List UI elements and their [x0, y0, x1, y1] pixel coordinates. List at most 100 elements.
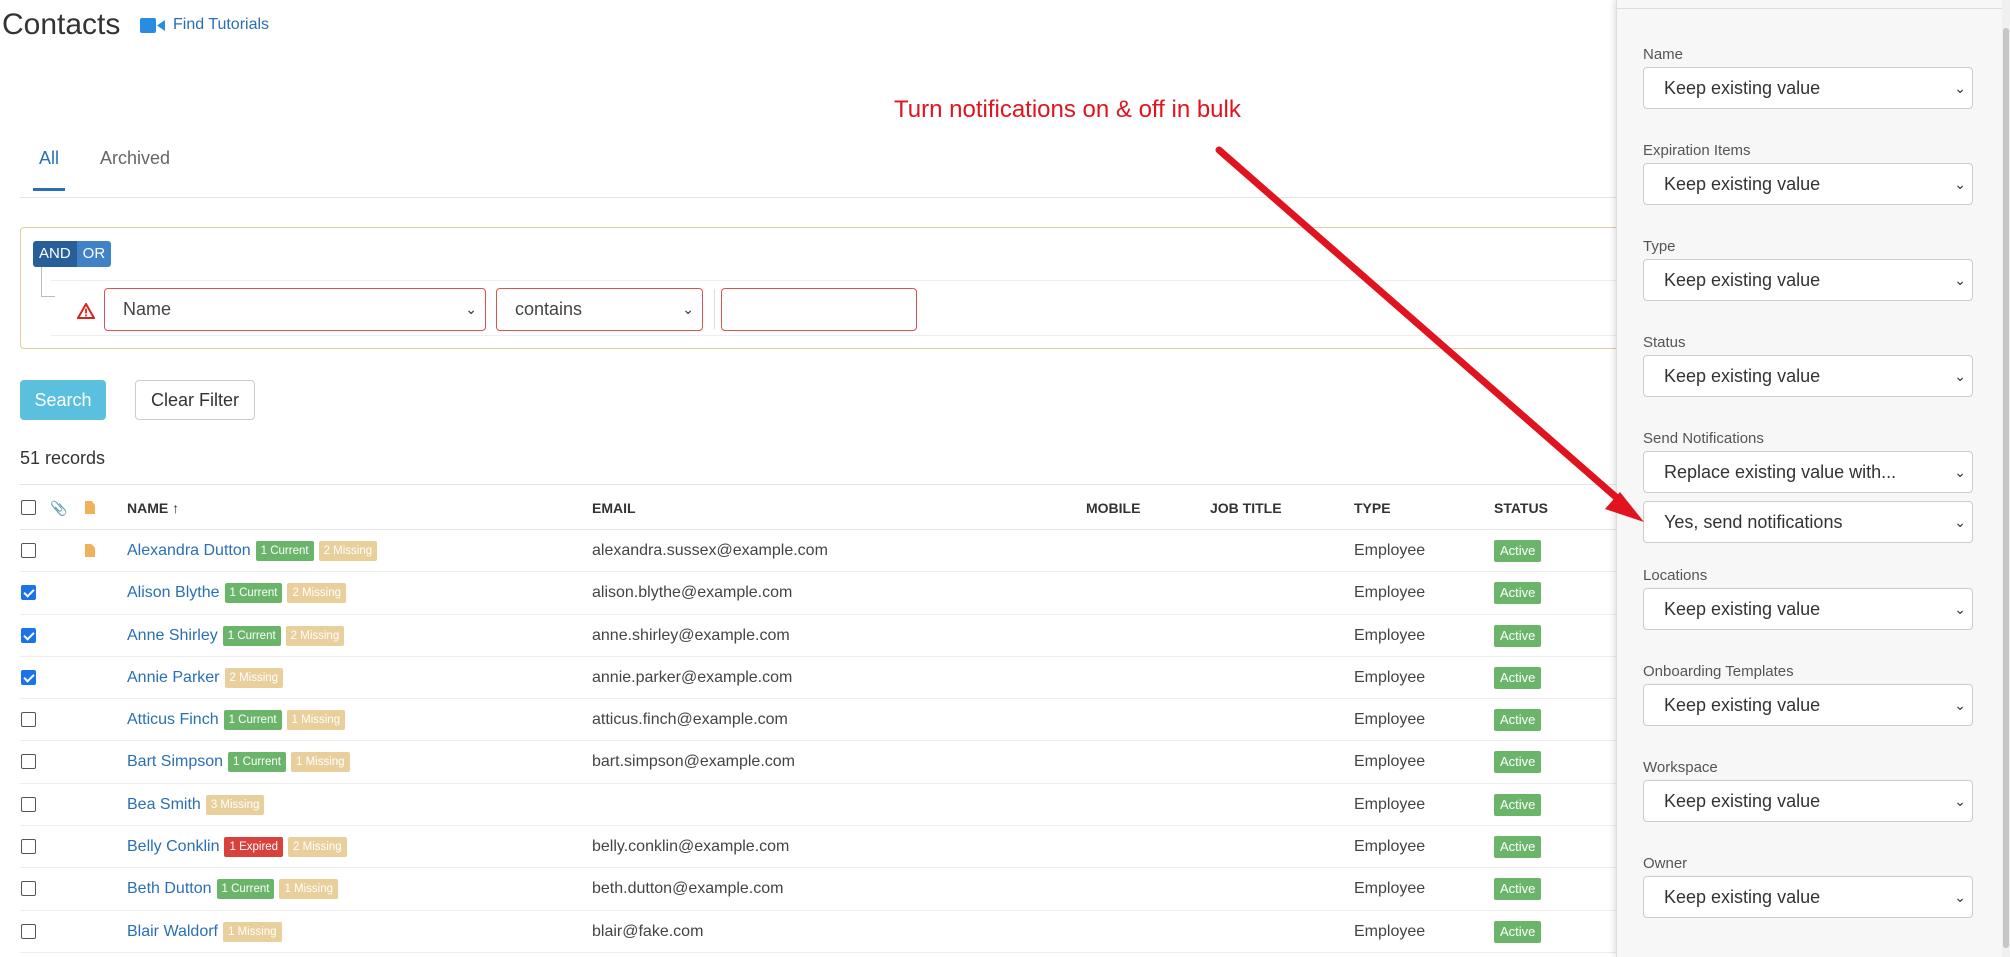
workspace-select[interactable]: Keep existing value ⌄ [1643, 780, 1973, 822]
name-cell: Alison Blythe 1 Current 2 Missing [127, 572, 347, 614]
current-badge: 1 Current [228, 752, 286, 773]
current-badge: 1 Current [222, 625, 281, 646]
row-checkbox[interactable] [21, 881, 36, 897]
status-badge: Active [1494, 624, 1542, 647]
contact-name-link[interactable]: Bart Simpson [127, 741, 223, 783]
chevron-down-icon: ⌄ [1954, 793, 1966, 809]
filter-field-select[interactable]: Name ⌄ [104, 288, 486, 331]
status-badge: Active [1494, 920, 1542, 943]
expiration-items-label: Expiration Items [1643, 142, 1751, 159]
status-badge: Active [1494, 878, 1542, 901]
chevron-down-icon: ⌄ [1954, 272, 1966, 288]
table-row[interactable]: Annie Parker 2 Missing annie.parker@exampl… [20, 657, 1620, 700]
locations-label: Locations [1643, 567, 1708, 584]
type-cell: Employee [1354, 795, 1426, 813]
column-mobile[interactable]: MOBILE [1086, 485, 1140, 531]
contact-name-link[interactable]: Alexandra Dutton [127, 530, 251, 572]
type-cell: Employee [1354, 668, 1426, 686]
contact-name-link[interactable]: Alison Blythe [127, 572, 220, 614]
contact-name-link[interactable]: Atticus Finch [127, 699, 219, 741]
table-row[interactable]: Bea Smith 3 Missing Employee Active [20, 784, 1620, 827]
row-checkbox[interactable] [21, 543, 36, 558]
status-select-value: Keep existing value [1664, 366, 1821, 386]
table-row[interactable]: Alexandra Dutton 1 Current 2 Missing alexan… [20, 530, 1620, 573]
chevron-down-icon: ⌄ [1954, 176, 1966, 192]
contact-name-link[interactable]: Blair Waldorf [127, 911, 218, 953]
table-row[interactable]: Alison Blythe 1 Current 2 Missing alison.bl… [20, 572, 1620, 615]
row-checkbox[interactable] [21, 669, 36, 685]
video-camera-icon [140, 17, 165, 33]
table-row[interactable]: Atticus Finch 1 Current 1 Missing atticus.f… [20, 699, 1620, 742]
divider [714, 289, 715, 329]
send-notifications-value-select[interactable]: Yes, send notifications ⌄ [1643, 501, 1973, 543]
send-notifications-value-select-value: Yes, send notifications [1664, 512, 1843, 532]
row-checkbox[interactable] [21, 923, 36, 939]
current-badge: 1 Current [216, 879, 275, 900]
type-cell: Employee [1354, 922, 1426, 940]
contact-name-link[interactable]: Annie Parker [127, 657, 220, 699]
send-notifications-select[interactable]: Replace existing value with... ⌄ [1643, 451, 1973, 493]
chevron-down-icon: ⌄ [1954, 601, 1966, 617]
contact-name-link[interactable]: Beth Dutton [127, 868, 212, 910]
status-badge: Active [1494, 582, 1542, 605]
missing-badge: 1 Missing [279, 879, 339, 900]
or-button[interactable]: OR [76, 241, 112, 267]
divider [1617, 8, 2010, 9]
file-icon[interactable] [85, 544, 95, 557]
current-badge: 1 Current [223, 710, 282, 731]
row-checkbox[interactable] [21, 585, 36, 601]
status-select[interactable]: Keep existing value ⌄ [1643, 355, 1973, 397]
records-count: 51 records [20, 448, 106, 468]
panel-scrollbar[interactable] [2002, 0, 2010, 957]
filter-field-value: Name [123, 299, 172, 319]
status-badge: Active [1494, 793, 1542, 816]
clear-filter-button[interactable]: Clear Filter [135, 380, 255, 420]
file-icon [85, 501, 95, 514]
search-button[interactable]: Search [20, 380, 106, 420]
filter-value-input[interactable] [721, 288, 917, 331]
table-row[interactable]: Beth Dutton 1 Current 1 Missing beth.dutton… [20, 868, 1620, 911]
select-all-checkbox[interactable] [21, 500, 36, 515]
chevron-down-icon: ⌄ [1954, 697, 1966, 713]
table-row[interactable]: Blair Waldorf 1 Missing blair@fake.com Empl… [20, 911, 1620, 953]
table-row[interactable]: Anne Shirley 1 Current 2 Missing anne.shirl… [20, 615, 1620, 657]
email-cell: belly.conklin@example.com [592, 838, 790, 856]
row-checkbox[interactable] [21, 712, 36, 728]
contact-name-link[interactable]: Belly Conklin [127, 826, 219, 868]
table-row[interactable]: Belly Conklin 1 Expired 2 Missing belly.con… [20, 826, 1620, 869]
owner-select[interactable]: Keep existing value ⌄ [1643, 876, 1973, 918]
and-button[interactable]: AND [33, 241, 77, 267]
find-tutorials-link[interactable]: Find Tutorials [140, 16, 269, 34]
type-select[interactable]: Keep existing value ⌄ [1643, 259, 1973, 301]
onboarding-templates-select[interactable]: Keep existing value ⌄ [1643, 684, 1973, 726]
owner-label: Owner [1643, 855, 1688, 872]
column-email[interactable]: EMAIL [592, 485, 636, 531]
filter-operator-select[interactable]: contains ⌄ [496, 288, 703, 331]
email-cell: anne.shirley@example.com [592, 626, 790, 644]
send-notifications-label: Send Notifications [1643, 430, 1764, 447]
column-type[interactable]: TYPE [1354, 485, 1391, 531]
expiration-items-select[interactable]: Keep existing value ⌄ [1643, 163, 1973, 205]
contact-name-link[interactable]: Bea Smith [127, 784, 201, 826]
filter-rule: Name ⌄ contains ⌄ [51, 280, 1621, 336]
chevron-down-icon: ⌄ [1954, 514, 1966, 530]
name-select[interactable]: Keep existing value ⌄ [1643, 67, 1973, 109]
status-badge: Active [1494, 540, 1542, 562]
tab-archived[interactable]: Archived [100, 148, 170, 169]
row-checkbox[interactable] [21, 796, 36, 812]
contact-name-link[interactable]: Anne Shirley [127, 615, 218, 657]
row-checkbox[interactable] [21, 839, 36, 855]
email-cell: beth.dutton@example.com [592, 880, 784, 898]
name-label: Name [1643, 46, 1684, 63]
row-checkbox[interactable] [21, 754, 36, 770]
scrollbar-thumb[interactable] [2003, 28, 2009, 948]
locations-select[interactable]: Keep existing value ⌄ [1643, 588, 1973, 630]
name-select-value: Keep existing value [1664, 78, 1821, 98]
column-job-title[interactable]: JOB TITLE [1210, 485, 1282, 531]
table-row[interactable]: Bart Simpson 1 Current 1 Missing bart.simps… [20, 741, 1620, 784]
row-checkbox[interactable] [21, 627, 36, 643]
tab-all[interactable]: All [32, 148, 66, 191]
column-name[interactable]: NAME ↑ [127, 485, 179, 531]
column-status[interactable]: STATUS [1494, 485, 1548, 531]
chevron-down-icon: ⌄ [1954, 368, 1966, 384]
